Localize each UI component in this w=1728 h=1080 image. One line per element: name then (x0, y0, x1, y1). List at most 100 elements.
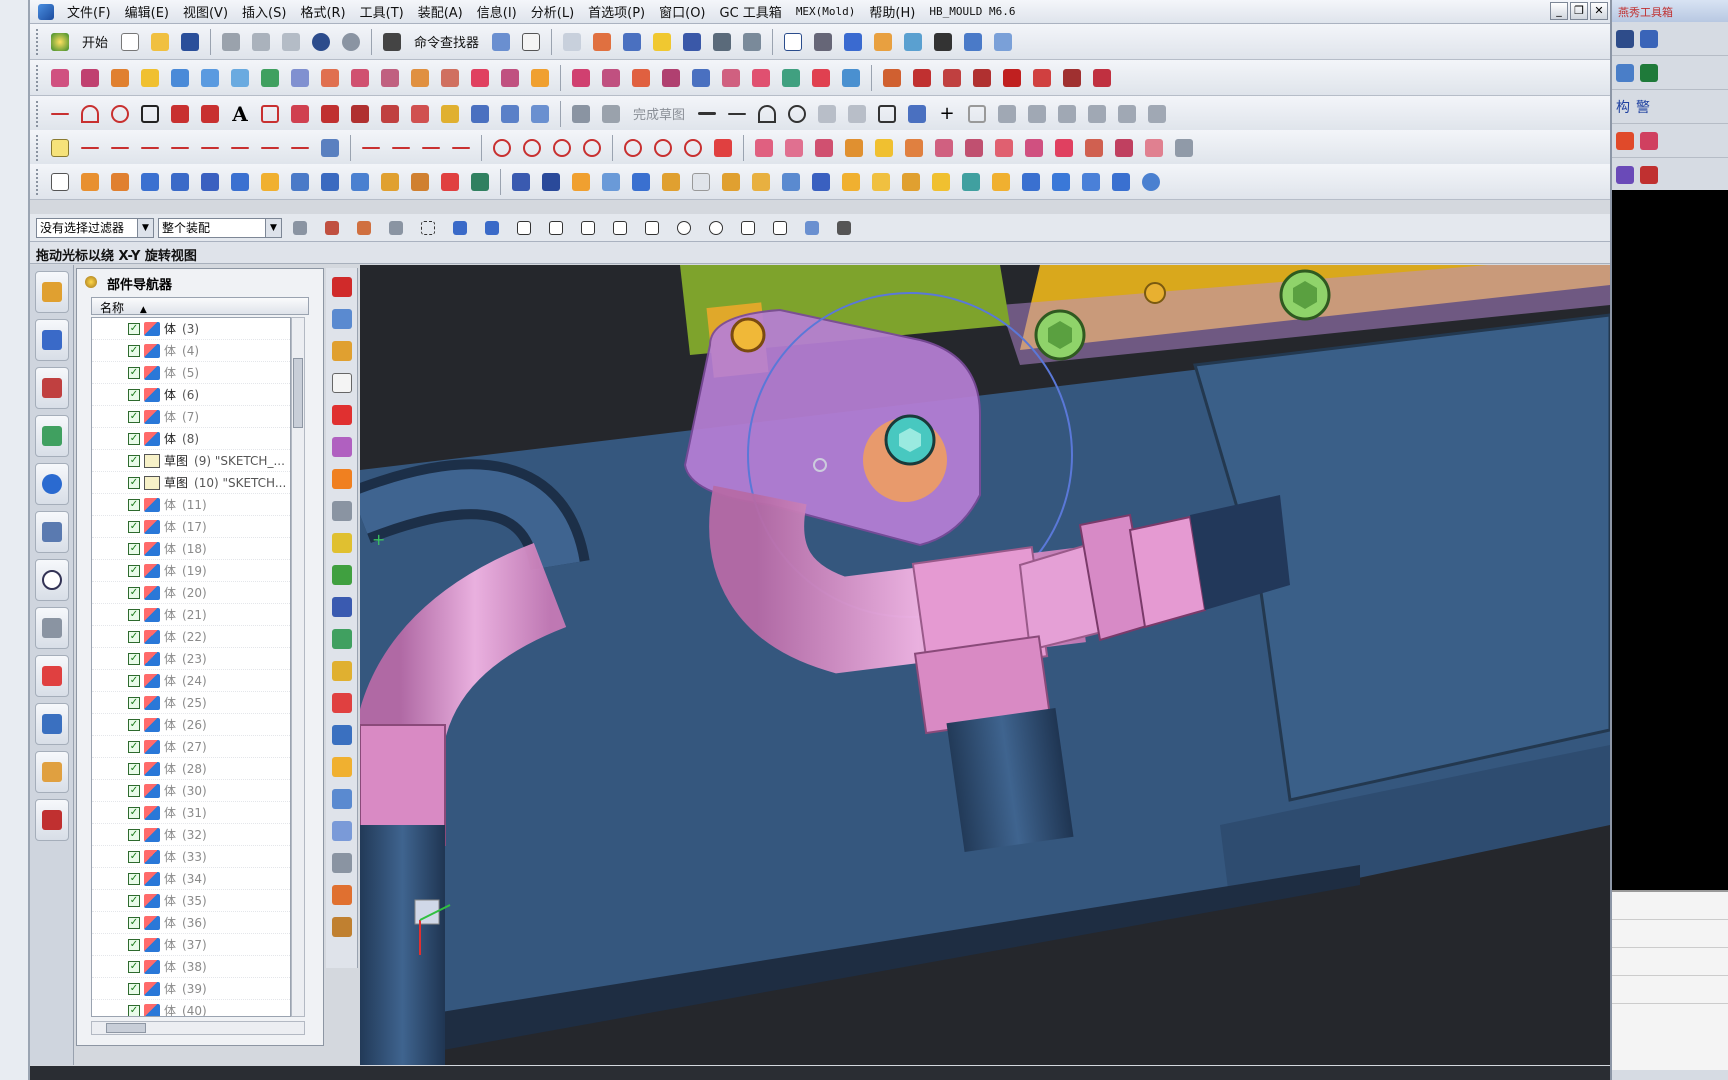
visibility-checkbox[interactable]: ✓ (128, 652, 140, 665)
feature-icon[interactable] (897, 168, 925, 196)
tree-row-body[interactable]: ✓ 体 (35) (92, 890, 290, 912)
save-icon[interactable] (176, 28, 204, 56)
filter-icon[interactable] (350, 214, 378, 242)
restore-button[interactable]: ❐ (1570, 2, 1588, 20)
constraint-icon[interactable] (1023, 100, 1051, 128)
surface-icon[interactable] (196, 64, 224, 92)
visibility-checkbox[interactable]: ✓ (128, 762, 140, 775)
layer-icon[interactable] (1640, 63, 1658, 82)
fillet-icon[interactable] (813, 100, 841, 128)
surface-icon[interactable] (436, 64, 464, 92)
yellow-bolt[interactable] (730, 317, 766, 353)
filter-icon[interactable] (478, 214, 506, 242)
menu-gc-toolbox[interactable]: GC 工具箱 (713, 2, 789, 21)
constraint-icon[interactable] (196, 134, 224, 162)
visibility-checkbox[interactable]: ✓ (128, 674, 140, 687)
filter-icon[interactable] (286, 214, 314, 242)
arc-icon[interactable] (753, 100, 781, 128)
layers-icon[interactable] (330, 498, 354, 524)
constraint-icon[interactable] (387, 134, 415, 162)
sketch-icon[interactable] (526, 100, 554, 128)
pad-icon[interactable] (226, 168, 254, 196)
scrollbar-thumb[interactable] (293, 358, 303, 428)
curve-icon[interactable] (908, 64, 936, 92)
visibility-checkbox[interactable]: ✓ (128, 740, 140, 753)
sync-face-icon[interactable] (990, 134, 1018, 162)
process-studio-tab[interactable] (34, 655, 69, 697)
toolbox-label-alert[interactable]: 警 (1636, 97, 1650, 117)
edit-surface-icon[interactable] (717, 64, 745, 92)
surface-icon[interactable] (136, 64, 164, 92)
menu-help[interactable]: 帮助(H) (862, 2, 922, 21)
tree-row-body[interactable]: ✓ 体 (27) (92, 736, 290, 758)
curve-icon[interactable] (938, 64, 966, 92)
menu-view[interactable]: 视图(V) (176, 2, 235, 21)
undo-icon[interactable] (307, 28, 335, 56)
circle-constraint-icon[interactable] (679, 134, 707, 162)
visibility-checkbox[interactable]: ✓ (128, 476, 140, 489)
feature-icon[interactable] (747, 168, 775, 196)
line-icon[interactable] (723, 100, 751, 128)
cross-icon[interactable]: + (933, 100, 961, 128)
edit-surface-icon[interactable] (627, 64, 655, 92)
sync-face-icon[interactable] (840, 134, 868, 162)
filter-icon[interactable] (446, 214, 474, 242)
surface-icon[interactable] (106, 64, 134, 92)
split-icon[interactable] (597, 168, 625, 196)
tree-row-body[interactable]: ✓ 体 (25) (92, 692, 290, 714)
menu-window[interactable]: 窗口(O) (652, 2, 712, 21)
open-folder-icon[interactable] (146, 28, 174, 56)
edit-surface-icon[interactable] (837, 64, 865, 92)
selection-scope-dropdown[interactable]: 整个装配 ▼ (158, 217, 282, 238)
sync-face-icon[interactable] (960, 134, 988, 162)
circle-constraint-icon[interactable] (548, 134, 576, 162)
edit-surface-icon[interactable] (687, 64, 715, 92)
mold-icon[interactable] (330, 690, 354, 716)
surface-icon[interactable] (166, 64, 194, 92)
pocket-icon[interactable] (196, 168, 224, 196)
sync-face-icon[interactable] (750, 134, 778, 162)
filter-icon[interactable] (382, 214, 410, 242)
visibility-checkbox[interactable]: ✓ (128, 982, 140, 995)
tool-icon[interactable] (1616, 63, 1634, 82)
minimize-button[interactable]: _ (1550, 2, 1568, 20)
snap-point-icon[interactable] (638, 214, 666, 242)
shaded-icon[interactable] (809, 28, 837, 56)
edit-surface-icon[interactable] (657, 64, 685, 92)
finish-sketch-icon[interactable] (597, 100, 625, 128)
tree-row-body[interactable]: ✓ 体 (31) (92, 802, 290, 824)
close-button[interactable]: ✕ (1590, 2, 1608, 20)
visibility-checkbox[interactable]: ✓ (128, 322, 140, 335)
menu-analysis[interactable]: 分析(L) (524, 2, 581, 21)
bolt-head[interactable] (1279, 269, 1331, 321)
tree-row-sketch[interactable]: ✓ 草图 (10) "SKETCH... (92, 472, 290, 494)
sync-face-icon[interactable] (1170, 134, 1198, 162)
circle-constraint-icon[interactable] (518, 134, 546, 162)
graphics-viewport[interactable]: + (360, 265, 1610, 1065)
visibility-checkbox[interactable]: ✓ (128, 542, 140, 555)
sync-face-icon[interactable] (900, 134, 928, 162)
surface-icon[interactable] (526, 64, 554, 92)
circle-icon[interactable] (783, 100, 811, 128)
mold-icon[interactable] (330, 626, 354, 652)
curve-icon[interactable] (1088, 64, 1116, 92)
tree-row-body[interactable]: ✓ 体 (39) (92, 978, 290, 1000)
edit-object-icon[interactable] (989, 28, 1017, 56)
tree-row-body[interactable]: ✓ 体 (20) (92, 582, 290, 604)
history-tab[interactable] (34, 511, 69, 553)
edit-surface-icon[interactable] (777, 64, 805, 92)
book-icon[interactable] (507, 168, 535, 196)
point-icon[interactable] (196, 100, 224, 128)
sketch-icon[interactable] (466, 100, 494, 128)
copy-icon[interactable] (247, 28, 275, 56)
menu-edit[interactable]: 编辑(E) (118, 2, 176, 21)
feature-icon[interactable] (777, 168, 805, 196)
sketch-icon[interactable] (496, 100, 524, 128)
new-file-icon[interactable] (116, 28, 144, 56)
chamfer-icon[interactable] (843, 100, 871, 128)
curve-icon[interactable] (1058, 64, 1086, 92)
surface-icon[interactable] (316, 64, 344, 92)
sync-face-icon[interactable] (1020, 134, 1048, 162)
visibility-checkbox[interactable]: ✓ (128, 344, 140, 357)
stack-icon[interactable] (330, 530, 354, 556)
